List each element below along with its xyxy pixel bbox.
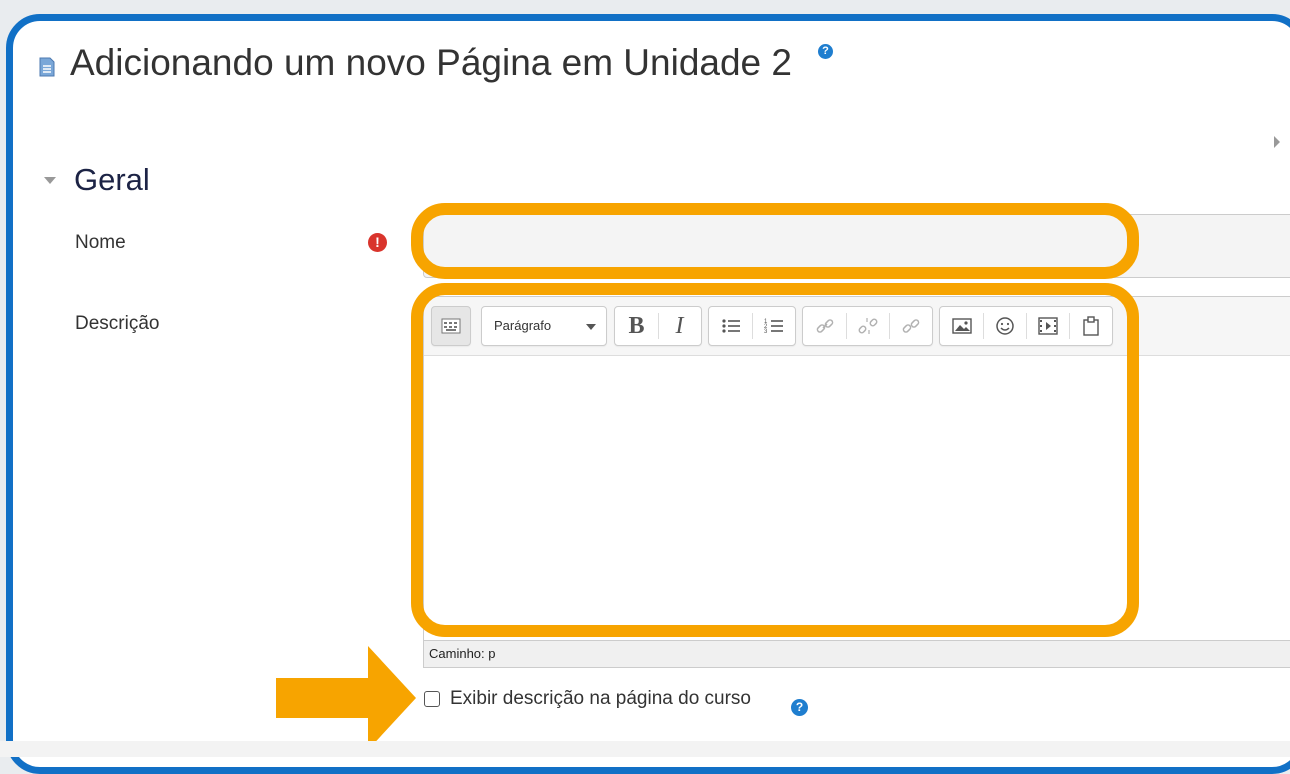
title-help-icon[interactable]: ? bbox=[818, 44, 833, 59]
show-description-help-icon[interactable]: ? bbox=[791, 699, 808, 716]
editor-path-bar: Caminho: p bbox=[424, 640, 1290, 667]
arrow-annotation-icon bbox=[276, 646, 416, 750]
bottom-strip bbox=[0, 741, 1290, 757]
section-header-geral[interactable]: Geral bbox=[44, 162, 150, 198]
page-heading: Adicionando um novo Página em Unidade 2 bbox=[38, 42, 792, 84]
page-icon bbox=[39, 57, 55, 77]
block-collapse-arrow-icon[interactable] bbox=[1274, 136, 1280, 148]
required-exclamation-icon: ! bbox=[368, 233, 387, 252]
caret-down-icon bbox=[44, 176, 56, 184]
show-description-row: Exibir descrição na página do curso bbox=[424, 688, 751, 710]
name-field-highlight bbox=[411, 203, 1139, 279]
section-title: Geral bbox=[74, 162, 150, 197]
show-description-label[interactable]: Exibir descrição na página do curso bbox=[450, 688, 751, 710]
page-title: Adicionando um novo Página em Unidade 2 bbox=[70, 42, 792, 83]
show-description-checkbox[interactable] bbox=[424, 691, 440, 707]
name-label: Nome bbox=[75, 232, 126, 253]
description-label: Descrição bbox=[75, 313, 160, 334]
description-highlight bbox=[411, 283, 1139, 637]
